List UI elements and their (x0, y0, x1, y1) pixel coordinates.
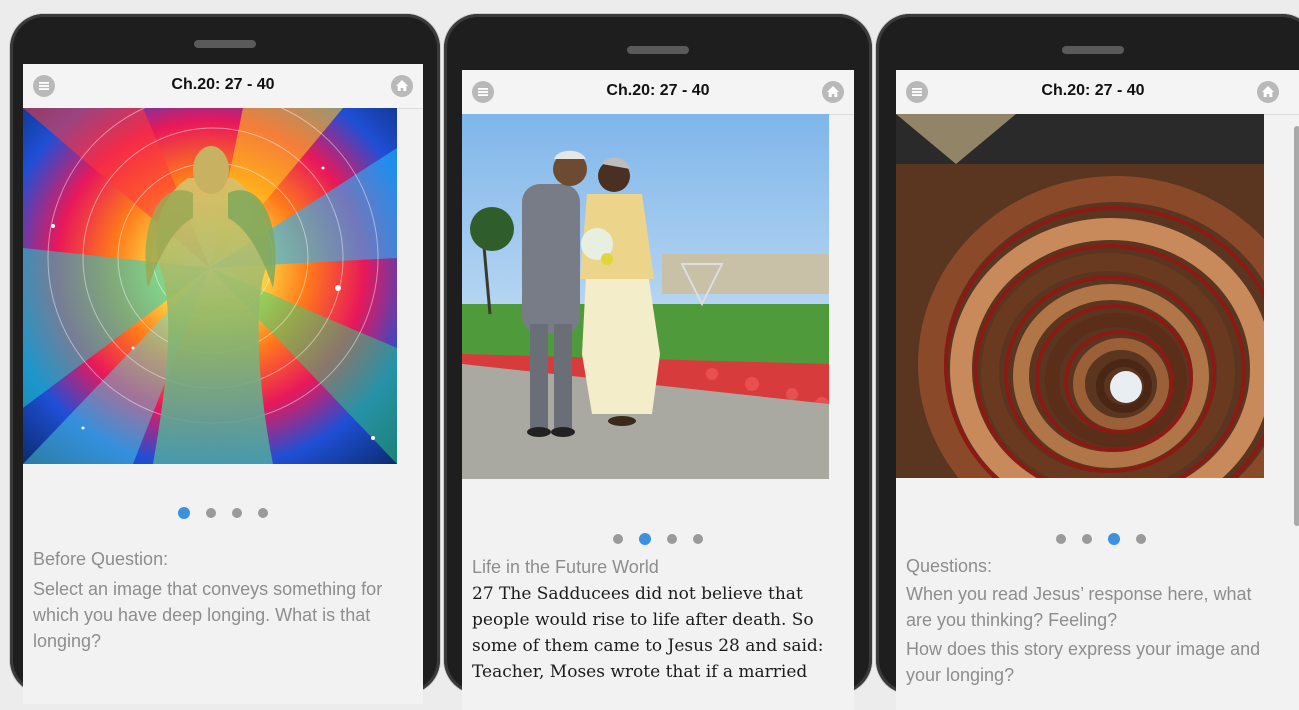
page-title: Ch.20: 27 - 40 (606, 82, 710, 99)
slide-image-angel[interactable] (23, 108, 397, 464)
pager-dots (896, 533, 1299, 545)
speaker-grille (1062, 46, 1124, 54)
question-text: Select an image that conveys something f… (33, 579, 383, 651)
scripture-line: people would rise to life after death. S… (472, 610, 814, 630)
home-icon (396, 80, 408, 91)
scripture-text: 27 The Sadducees did not believe that pe… (472, 581, 832, 685)
pager-dot-3[interactable] (667, 534, 677, 544)
screen-2: Ch.20: 27 - 40 Life in the Future World … (462, 70, 854, 710)
pager-dot-2[interactable] (639, 533, 651, 545)
section-label: Life in the Future World (472, 557, 659, 577)
phone-frame-1: Ch.20: 27 - 40 Before Question: Select a… (10, 14, 440, 704)
phone-frame-2: Ch.20: 27 - 40 Life in the Future World … (444, 14, 872, 710)
screen-3: Ch.20: 27 - 40 Questions: When you read … (896, 70, 1299, 710)
pager-dot-2[interactable] (206, 508, 216, 518)
pager-dot-4[interactable] (258, 508, 268, 518)
page-title: Ch.20: 27 - 40 (1041, 82, 1145, 99)
home-button[interactable] (822, 81, 844, 103)
scripture-line: 27 The Sadducees did not believe that (472, 584, 803, 604)
pager-dot-1[interactable] (613, 534, 623, 544)
home-button[interactable] (1257, 81, 1279, 103)
pager-dot-4[interactable] (1136, 534, 1146, 544)
home-icon (827, 86, 839, 97)
question-text-2: How does this story express your image a… (906, 639, 1261, 685)
header-bar: Ch.20: 27 - 40 (896, 70, 1299, 115)
slide-image-staircase[interactable] (896, 114, 1264, 478)
slide-image-couple[interactable] (462, 114, 829, 479)
page-title: Ch.20: 27 - 40 (171, 76, 275, 93)
scripture-line: some of them came to Jesus 28 and said: (472, 636, 824, 656)
header-bar: Ch.20: 27 - 40 (462, 70, 854, 115)
pager-dot-1[interactable] (1056, 534, 1066, 544)
scripture-line: Teacher, Moses wrote that if a married (472, 662, 808, 682)
pager-dot-3[interactable] (232, 508, 242, 518)
speaker-grille (194, 40, 256, 48)
home-icon (1262, 86, 1274, 97)
phone-frame-3: Ch.20: 27 - 40 Questions: When you read … (876, 14, 1299, 710)
pager-dot-1[interactable] (178, 507, 190, 519)
pager-dot-2[interactable] (1082, 534, 1092, 544)
scrollbar[interactable] (1294, 126, 1299, 526)
home-button[interactable] (391, 75, 413, 97)
speaker-grille (627, 46, 689, 54)
pager-dots (23, 507, 423, 519)
screen-1: Ch.20: 27 - 40 Before Question: Select a… (23, 64, 423, 704)
pager-dot-3[interactable] (1108, 533, 1120, 545)
question-text-1: When you read Jesus’ response here, what… (906, 584, 1252, 630)
header-bar: Ch.20: 27 - 40 (23, 64, 423, 109)
pager-dot-4[interactable] (693, 534, 703, 544)
pager-dots (462, 533, 854, 545)
section-label: Before Question: (33, 549, 169, 569)
section-label: Questions: (906, 556, 993, 576)
